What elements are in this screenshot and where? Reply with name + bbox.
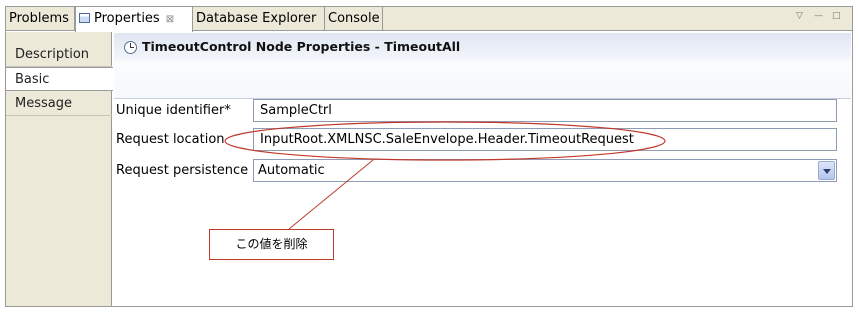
unique-identifier-field[interactable] (253, 99, 837, 122)
unique-identifier-label: Unique identifier* (116, 103, 231, 118)
chevron-down-icon[interactable] (818, 161, 835, 180)
close-icon[interactable]: ⊠ (166, 14, 174, 25)
request-location-label: Request location (116, 132, 225, 147)
sidebar-item-label: Description (15, 47, 90, 62)
sidebar-item-message[interactable]: Message (6, 92, 112, 116)
tab-label: Database Explorer (196, 11, 317, 26)
tab-label: Console (328, 11, 380, 26)
properties-icon (79, 13, 90, 23)
request-location-field[interactable] (253, 128, 837, 151)
minimize-icon[interactable]: — (814, 11, 823, 23)
sidebar-item-description[interactable]: Description (6, 43, 112, 67)
tab-database-explorer[interactable]: Database Explorer (193, 7, 325, 31)
view-tab-bar: Problems Properties ⊠ Database Explorer C… (6, 7, 852, 32)
property-sidebar: Description Basic Message (6, 32, 113, 306)
sidebar-item-basic[interactable]: Basic (6, 67, 113, 91)
tab-console[interactable]: Console (325, 7, 383, 31)
clock-icon (124, 41, 137, 54)
select-value: Automatic (258, 163, 325, 178)
sidebar-item-label: Basic (15, 72, 50, 87)
callout-text: この値を削除 (235, 237, 308, 251)
properties-header: TimeoutControl Node Properties - Timeout… (114, 33, 851, 99)
sidebar-item-label: Message (15, 96, 72, 111)
tab-label: Problems (9, 11, 69, 26)
tab-properties[interactable]: Properties ⊠ (75, 7, 193, 32)
maximize-icon[interactable]: □ (832, 11, 841, 23)
properties-view: Problems Properties ⊠ Database Explorer C… (5, 6, 853, 307)
page-title: TimeoutControl Node Properties - Timeout… (142, 39, 461, 54)
tab-problems[interactable]: Problems (6, 7, 75, 31)
request-persistence-label: Request persistence (116, 163, 249, 178)
request-persistence-select[interactable]: Automatic (253, 159, 837, 182)
view-menu-icon[interactable]: ▽ (796, 11, 803, 23)
annotation-callout: この値を削除 (209, 229, 334, 260)
tab-label: Properties (94, 11, 160, 26)
